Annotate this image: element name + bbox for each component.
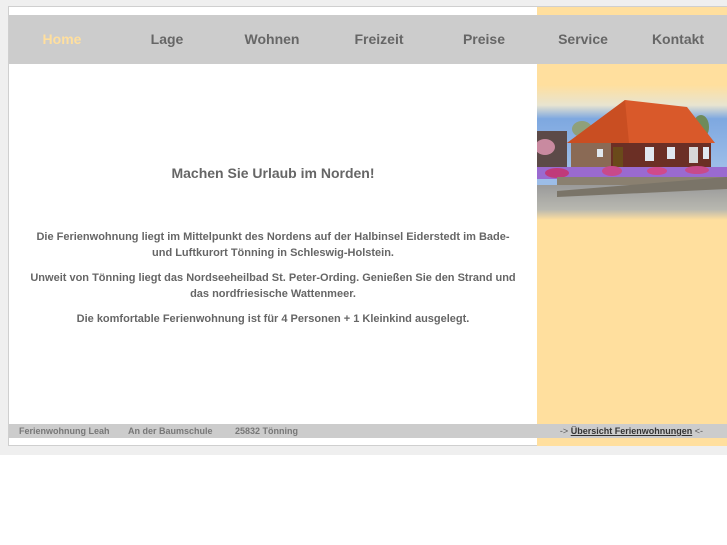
nav-item-freizeit[interactable]: Freizeit — [348, 15, 410, 64]
footer-name: Ferienwohnung Leah — [19, 426, 110, 436]
footer-link-prefix: -> — [559, 426, 569, 436]
footer-street: An der Baumschule — [128, 426, 213, 436]
house-photo-image — [537, 85, 727, 220]
nav-item-home[interactable]: Home — [31, 15, 93, 64]
location-paragraph: Unweit von Tönning liegt das Nordseeheil… — [30, 272, 516, 300]
main-content: Machen Sie Urlaub im Norden! Die Ferienw… — [9, 64, 537, 424]
footer-overview: -> Übersicht Ferienwohnungen <- — [560, 424, 703, 438]
sidebar-column — [537, 7, 727, 446]
page-headline: Machen Sie Urlaub im Norden! — [171, 165, 375, 181]
capacity-paragraph: Die komfortable Ferienwohnung ist für 4 … — [76, 313, 470, 325]
footer-bar: Ferienwohnung Leah An der Baumschule 258… — [9, 424, 727, 438]
intro-paragraph: Die Ferienwohnung liegt im Mittelpunkt d… — [36, 231, 510, 259]
footer-link-suffix: <- — [694, 426, 703, 436]
nav-item-service[interactable]: Service — [551, 15, 615, 64]
overview-apartments-link[interactable]: Übersicht Ferienwohnungen — [571, 426, 693, 436]
nav-item-wohnen[interactable]: Wohnen — [239, 15, 305, 64]
nav-item-preise[interactable]: Preise — [455, 15, 513, 64]
main-navigation: Home Lage Wohnen Freizeit Preise Service… — [9, 15, 727, 64]
footer-city: 25832 Tönning — [235, 426, 299, 436]
nav-item-lage[interactable]: Lage — [139, 15, 195, 64]
house-photo — [537, 85, 727, 220]
nav-item-kontakt[interactable]: Kontakt — [647, 15, 709, 64]
